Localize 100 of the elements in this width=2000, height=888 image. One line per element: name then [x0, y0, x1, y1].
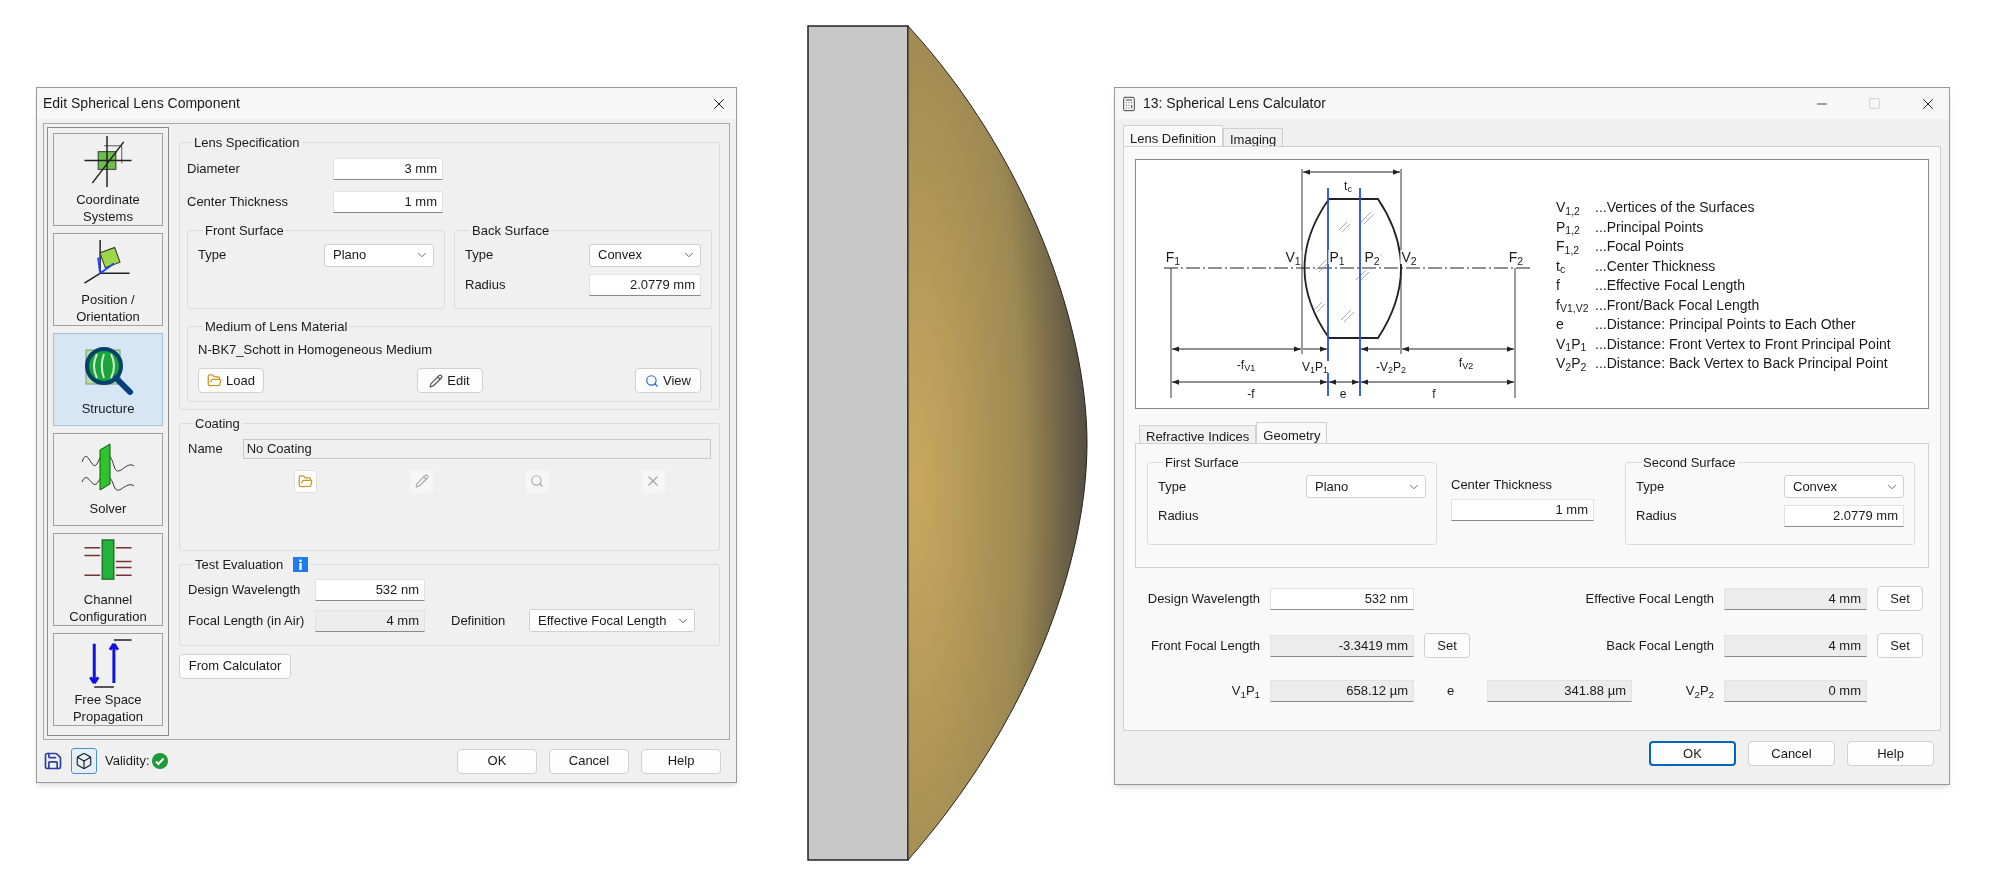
- dialog-button[interactable]: Set: [1877, 586, 1923, 611]
- dialog-button[interactable]: Edit: [416, 368, 483, 393]
- dialog-button[interactable]: Set: [1877, 633, 1923, 658]
- dialog-button[interactable]: Set: [1424, 633, 1470, 658]
- dropdown[interactable]: Convex: [589, 243, 701, 267]
- value-field[interactable]: 4 mm: [315, 609, 425, 632]
- diagram-label: P$_{1}$: [1328, 250, 1346, 264]
- diagram-label: V$_{1}$: [1284, 250, 1302, 264]
- input-field[interactable]: 532 nm: [1270, 587, 1414, 610]
- value-field[interactable]: 1 mm: [333, 191, 443, 213]
- group-title: Lens Specification: [193, 134, 301, 152]
- search-icon: [645, 373, 659, 388]
- field-label: Type: [198, 246, 227, 265]
- value-field[interactable]: 3 mm: [333, 158, 443, 180]
- dialog-button[interactable]: Cancel: [549, 748, 629, 774]
- dropdown[interactable]: Plano: [1306, 475, 1426, 498]
- dialog-button[interactable]: Load: [198, 368, 264, 393]
- readout-field[interactable]: -3.3419 mm: [1270, 634, 1414, 657]
- window-title: Edit Spherical Lens Component: [43, 94, 240, 113]
- sidebar-label: Channel Configuration: [68, 591, 148, 625]
- dialog-button[interactable]: OK: [1649, 741, 1736, 766]
- legend-text: ...Distance: Back Vertex to Back Principal Point: [1595, 354, 1889, 373]
- dialog-button[interactable]: Help: [641, 748, 721, 774]
- value-field[interactable]: 2.0779 mm: [589, 274, 701, 296]
- pencil-icon: [429, 373, 444, 388]
- sidebar-item[interactable]: Channel Configuration: [53, 533, 163, 626]
- legend-symbol: P$_{1,2}$: [1556, 217, 1581, 237]
- search-button[interactable]: [525, 469, 549, 493]
- field-label: Effective Focal Length: [1584, 589, 1714, 608]
- sidebar-label: Coordinate Systems: [75, 191, 141, 225]
- sidebar-label: Structure: [80, 400, 136, 417]
- legend-symbol: t$_{c}$: [1556, 256, 1567, 276]
- readout-field[interactable]: 341.88 µm: [1487, 680, 1632, 702]
- readout-field[interactable]: 4 mm: [1724, 634, 1867, 657]
- field-label: V$_{2}$P$_{2}$: [1684, 682, 1714, 701]
- diagram-label: f: [1431, 388, 1437, 400]
- field-label: Radius: [1636, 506, 1677, 525]
- readout-field[interactable]: 0 mm: [1724, 680, 1867, 702]
- field-label: V$_{1}$P$_{1}$: [1230, 682, 1260, 701]
- dialog-button[interactable]: View: [635, 368, 701, 393]
- medium-name: N-BK7_Schott in Homogeneous Medium: [198, 341, 433, 360]
- legend-symbol: F$_{1,2}$: [1556, 237, 1581, 257]
- sidebar-item[interactable]: Coordinate Systems: [53, 133, 163, 226]
- legend-text: ...Distance: Front Vertex to Front Principal Point: [1595, 334, 1891, 354]
- field-label: Radius: [465, 276, 506, 295]
- legend-symbol: f$_{V1,V2}$: [1556, 295, 1590, 315]
- field-label: Design Wavelength: [188, 580, 302, 599]
- legend-text: ...Focal Points: [1595, 237, 1685, 256]
- dropdown[interactable]: Effective Focal Length: [529, 609, 695, 632]
- tab[interactable]: Geometry: [1256, 422, 1328, 444]
- open-folder-button[interactable]: [294, 469, 318, 493]
- save-icon[interactable]: [43, 751, 63, 771]
- pencil-icon: [414, 474, 429, 488]
- dialog-button[interactable]: OK: [457, 748, 537, 774]
- window-title: 13: Spherical Lens Calculator: [1143, 94, 1326, 113]
- diagram-label: F$_{2}$: [1507, 250, 1525, 264]
- legend-text: ...Distance: Principal Points to Each Other: [1595, 315, 1857, 334]
- remove-button[interactable]: [641, 469, 665, 493]
- value-field[interactable]: 1 mm: [1451, 498, 1594, 521]
- value-field[interactable]: 532 nm: [315, 578, 425, 601]
- diagram-label: V$_{1}$P$_{1}$: [1300, 361, 1330, 373]
- sidebar-item[interactable]: Solver: [53, 433, 163, 526]
- readout-field[interactable]: 4 mm: [1724, 587, 1867, 610]
- sidebar-item[interactable]: Position / Orientation: [53, 233, 163, 326]
- info-icon[interactable]: [293, 557, 309, 573]
- dropdown[interactable]: Plano: [324, 243, 434, 267]
- 3d-view-button[interactable]: [71, 748, 97, 774]
- diagram-label: V$_{2}$: [1400, 250, 1418, 264]
- field-label: Type: [465, 246, 494, 265]
- field-label: e: [1445, 682, 1456, 701]
- diagram-label: f$_{V2}$: [1457, 357, 1475, 369]
- legend-text: ...Vertices of the Surfaces: [1595, 198, 1756, 217]
- folder-icon: [298, 473, 314, 489]
- value-field[interactable]: 2.0779 mm: [1784, 504, 1904, 527]
- edit-button[interactable]: [410, 469, 434, 493]
- group-title: Front Surface: [204, 221, 285, 240]
- field-label: Radius: [1158, 506, 1199, 525]
- coating-name-field[interactable]: No Coating: [242, 438, 711, 459]
- dialog-button[interactable]: Cancel: [1748, 741, 1835, 766]
- sidebar-label: Position / Orientation: [75, 291, 141, 325]
- calculator-icon: [1121, 95, 1137, 112]
- legend-symbol: V$_{1,2}$: [1556, 198, 1581, 218]
- group-title: Medium of Lens Material: [204, 317, 349, 336]
- maximize-icon[interactable]: [1868, 97, 1881, 110]
- legend-text: ...Effective Focal Length: [1595, 276, 1746, 295]
- sidebar-item[interactable]: Structure: [53, 333, 163, 426]
- legend-symbol: V$_{2}$P$_{2}$: [1556, 354, 1588, 374]
- field-label: Center Thickness: [187, 193, 289, 212]
- sidebar-item[interactable]: Free Space Propagation: [53, 633, 163, 726]
- dialog-button[interactable]: From Calculator: [179, 653, 291, 679]
- diagram-label: -f$_{V1}$: [1235, 359, 1257, 371]
- tab[interactable]: Lens Definition: [1123, 125, 1223, 147]
- tab[interactable]: Imaging: [1223, 128, 1284, 147]
- dialog-button[interactable]: Help: [1847, 741, 1934, 766]
- group-title: Back Surface: [471, 221, 551, 240]
- diagram-label: F$_{1}$: [1164, 250, 1182, 264]
- dropdown[interactable]: Convex: [1784, 475, 1904, 498]
- readout-field[interactable]: 658.12 µm: [1270, 680, 1414, 702]
- legend-text: ...Center Thickness: [1595, 256, 1717, 276]
- group-title: Coating: [194, 415, 241, 433]
